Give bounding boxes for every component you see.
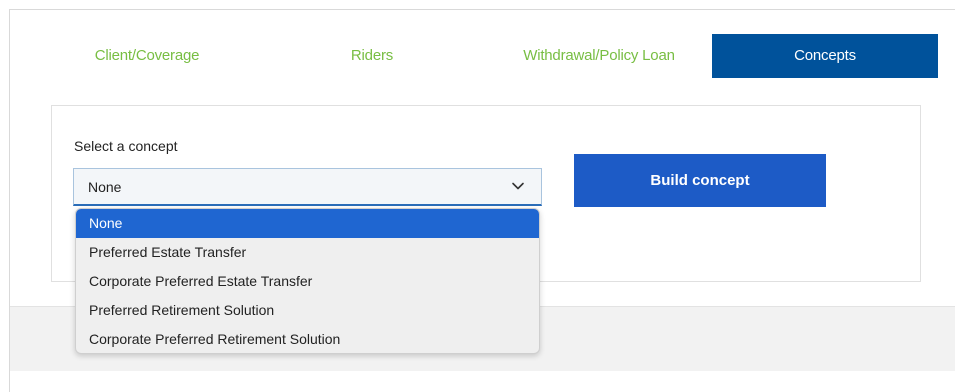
- tab-withdrawal-policy-loan[interactable]: Withdrawal/Policy Loan: [496, 34, 702, 78]
- option-preferred-estate-transfer[interactable]: Preferred Estate Transfer: [76, 238, 539, 267]
- tab-client-coverage[interactable]: Client/Coverage: [48, 34, 246, 78]
- chevron-down-icon: [512, 182, 524, 190]
- tab-riders[interactable]: Riders: [310, 34, 434, 78]
- option-corporate-preferred-estate-transfer[interactable]: Corporate Preferred Estate Transfer: [76, 267, 539, 296]
- concept-select-value: None: [88, 179, 122, 195]
- concept-select[interactable]: None: [73, 168, 542, 206]
- option-corporate-preferred-retirement-solution[interactable]: Corporate Preferred Retirement Solution: [76, 325, 539, 353]
- option-none[interactable]: None: [76, 209, 539, 238]
- build-concept-button[interactable]: Build concept: [574, 154, 826, 207]
- option-preferred-retirement-solution[interactable]: Preferred Retirement Solution: [76, 296, 539, 325]
- concept-dropdown-list: None Preferred Estate Transfer Corporate…: [75, 208, 540, 354]
- tab-concepts[interactable]: Concepts: [712, 34, 938, 78]
- select-concept-label: Select a concept: [74, 138, 178, 154]
